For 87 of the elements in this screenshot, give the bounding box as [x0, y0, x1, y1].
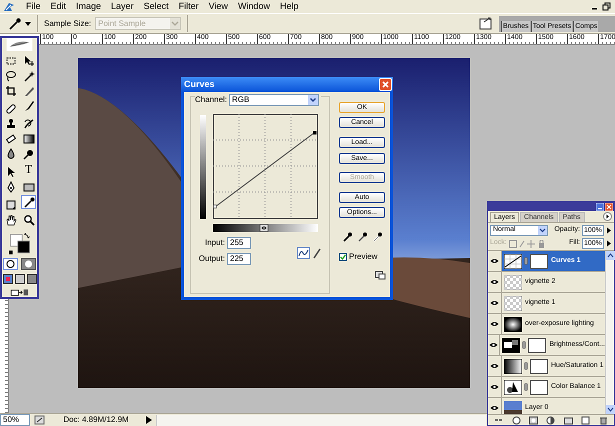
lasso-icon[interactable] — [4, 70, 16, 82]
resize-icon[interactable] — [375, 271, 386, 280]
menu-item[interactable]: View — [208, 0, 228, 14]
output-field[interactable]: 225 — [227, 253, 251, 265]
quick-mask-icon[interactable] — [21, 258, 36, 270]
eyedropper-icon[interactable] — [358, 232, 367, 242]
trash-icon[interactable] — [598, 416, 608, 424]
channel-dropdown[interactable]: RGB — [229, 94, 320, 106]
rectangle-icon[interactable] — [22, 181, 34, 194]
screen-mode-icon[interactable] — [26, 274, 36, 284]
preview-label: Preview — [349, 251, 378, 263]
minimize-icon[interactable] — [596, 202, 604, 210]
caret-icon[interactable] — [25, 22, 31, 26]
eye-icon[interactable] — [490, 258, 499, 264]
menu-item[interactable]: Layer — [111, 0, 134, 14]
eye-icon[interactable] — [490, 384, 499, 390]
curve-graph[interactable] — [213, 114, 318, 219]
hand-icon[interactable] — [4, 214, 16, 226]
move-icon[interactable] — [22, 55, 34, 68]
notes-icon[interactable] — [4, 199, 16, 212]
eyedropper-icon[interactable] — [373, 232, 382, 242]
screen-mode-icon[interactable] — [14, 274, 24, 284]
document-size: Doc: 4.89M/12.9M — [62, 414, 130, 426]
menu-item[interactable]: Image — [76, 0, 102, 14]
new-layer-icon[interactable] — [581, 416, 590, 424]
input-gradient-bar[interactable] — [213, 224, 318, 232]
pen-icon[interactable] — [4, 181, 16, 194]
link-icon[interactable] — [522, 341, 526, 349]
channel-label: Channel: — [195, 94, 228, 106]
marquee-icon[interactable] — [4, 55, 16, 68]
chevron-down-icon[interactable] — [538, 226, 547, 234]
link-icon[interactable] — [524, 383, 528, 391]
input-label: Input: — [204, 237, 226, 249]
type-tool[interactable]: T — [24, 163, 32, 176]
bandage-icon[interactable] — [4, 103, 16, 116]
eye-icon[interactable] — [490, 363, 499, 369]
eyedropper-icon[interactable] — [343, 232, 352, 242]
curve-tool-icon[interactable] — [297, 247, 310, 259]
restore-icon[interactable] — [602, 2, 611, 11]
dodge-icon[interactable] — [22, 148, 34, 160]
output-label: Output: — [198, 253, 226, 265]
slice-icon[interactable] — [22, 85, 34, 98]
horizontal-scrollbar[interactable] — [156, 414, 486, 426]
eye-icon[interactable] — [490, 300, 499, 306]
folder-icon[interactable] — [564, 416, 573, 424]
gradient-icon[interactable] — [22, 133, 34, 146]
close-icon[interactable] — [605, 202, 613, 210]
history-brush-icon[interactable] — [22, 118, 34, 130]
stamp-icon[interactable] — [4, 118, 16, 130]
wand-icon[interactable] — [22, 70, 34, 82]
feather-logo-icon[interactable] — [2, 0, 16, 12]
zoom-icon[interactable] — [22, 214, 34, 226]
status-icon[interactable] — [34, 415, 46, 425]
crop-icon[interactable] — [4, 85, 16, 98]
eyedropper-icon[interactable] — [8, 16, 22, 30]
drop-icon[interactable] — [4, 148, 16, 160]
menu-item[interactable]: File — [26, 0, 41, 14]
menu-item[interactable]: Help — [280, 0, 298, 14]
eye-icon[interactable] — [490, 279, 499, 285]
zoom-field[interactable]: 50% — [0, 414, 30, 426]
menu-item[interactable]: Select — [144, 0, 169, 14]
panel-menu-icon[interactable] — [603, 212, 612, 221]
screen-mode-icon[interactable] — [2, 274, 12, 284]
sample-size-label: Sample Size: — [44, 18, 92, 30]
close-icon[interactable] — [382, 81, 389, 88]
dialog-title: Curves — [184, 78, 215, 91]
pencil-icon[interactable] — [313, 247, 322, 259]
eye-icon[interactable] — [490, 405, 499, 411]
preview-checkbox[interactable] — [339, 253, 347, 261]
vertical-scrollbar[interactable] — [605, 251, 614, 414]
play-icon[interactable] — [146, 416, 152, 424]
eye-icon[interactable] — [489, 342, 498, 348]
menu-item[interactable]: Window — [238, 0, 270, 14]
eye-icon[interactable] — [490, 321, 499, 327]
chevron-down-icon[interactable] — [308, 95, 318, 105]
menu-item[interactable]: Filter — [178, 0, 199, 14]
mask-icon[interactable] — [529, 416, 538, 424]
standard-mode-icon[interactable] — [3, 258, 18, 270]
close-button[interactable] — [379, 78, 392, 91]
scroll-down-icon[interactable] — [606, 405, 615, 414]
style-icon[interactable] — [512, 416, 521, 424]
input-field[interactable]: 255 — [227, 237, 251, 249]
adjustment-icon[interactable] — [546, 416, 556, 424]
link-icon[interactable] — [524, 362, 528, 370]
eyedropper-icon[interactable] — [22, 196, 34, 208]
scroll-up-icon[interactable] — [606, 251, 615, 260]
menu-item[interactable]: Edit — [50, 0, 66, 14]
